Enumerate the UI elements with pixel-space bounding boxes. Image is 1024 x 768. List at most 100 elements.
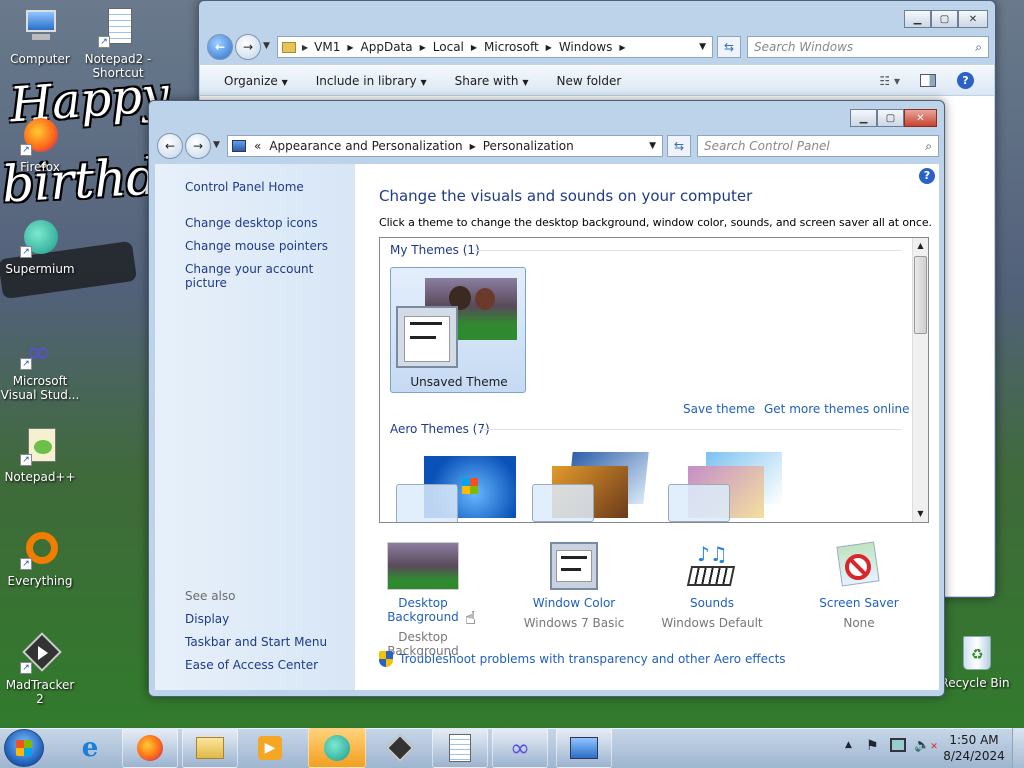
sounds-option[interactable]: ♪♫ Sounds Windows Default — [659, 542, 765, 630]
explorer-nav-back-button[interactable]: ← — [207, 34, 233, 60]
taskbar-internet-explorer[interactable]: e — [62, 728, 118, 768]
desktop-icon-recycle-bin[interactable]: ♻ Recycle Bin — [935, 632, 1015, 690]
desktop-icon-supermium[interactable]: ↗ Supermium — [0, 218, 80, 276]
view-options-icon[interactable]: ☷ ▾ — [879, 74, 900, 88]
share-with-menu[interactable]: Share with ▼ — [455, 74, 529, 88]
scroll-thumb[interactable] — [914, 256, 927, 334]
explorer-recent-dropdown[interactable]: ▼ — [263, 41, 270, 51]
breadcrumb-item[interactable]: Local — [433, 40, 464, 54]
maximize-button[interactable]: ▢ — [877, 109, 904, 127]
close-button[interactable]: ✕ — [958, 10, 988, 28]
hand-cursor-icon: ☝ — [465, 608, 476, 629]
help-icon[interactable]: ? — [957, 72, 974, 89]
option-label: Sounds — [689, 596, 735, 610]
cp-nav-forward-button[interactable]: → — [185, 133, 211, 159]
save-theme-link[interactable]: Save theme — [683, 402, 755, 416]
firefox-icon: ↗ — [20, 116, 60, 156]
theme-tile-unsaved[interactable]: Unsaved Theme — [390, 267, 526, 393]
screen-saver-option[interactable]: Screen Saver None — [801, 541, 917, 630]
scroll-up-arrow[interactable]: ▲ — [913, 238, 928, 254]
minimize-button[interactable]: ▁ — [850, 109, 877, 127]
aero-theme-architecture[interactable] — [530, 452, 654, 522]
breadcrumb-sep: ▶ — [302, 42, 309, 52]
windows-logo-icon — [16, 740, 32, 756]
search-icon: ⌕ — [975, 39, 982, 54]
desktop-background-option[interactable]: Desktop Background Desktop Background — [365, 542, 481, 658]
page-description: Click a theme to change the desktop back… — [379, 216, 932, 229]
breadcrumb-item[interactable]: AppData — [361, 40, 413, 54]
madtracker-icon — [385, 733, 415, 763]
change-account-picture-link[interactable]: Change your account picture — [185, 262, 355, 290]
refresh-button[interactable]: ⇆ — [667, 135, 691, 157]
desktop-icon-notepadpp[interactable]: ↗ Notepad++ — [0, 426, 80, 484]
cp-nav-back-button[interactable]: ← — [157, 133, 183, 159]
desktop-icon-firefox[interactable]: ↗ Firefox — [0, 116, 80, 174]
taskbar-supermium[interactable] — [308, 728, 366, 768]
breadcrumb-item[interactable]: Appearance and Personalization — [269, 139, 462, 153]
control-panel-home-link[interactable]: Control Panel Home — [185, 180, 304, 194]
action-center-flag-icon[interactable]: ⚑ — [866, 738, 879, 754]
start-button[interactable] — [4, 729, 44, 767]
taskbar-visual-studio[interactable]: ∞ — [492, 728, 548, 768]
control-panel-icon — [570, 737, 598, 759]
taskbar-media-player[interactable]: ▶ — [242, 728, 298, 768]
notepad-icon: ↗ — [98, 8, 138, 48]
desktop-icon-everything[interactable]: ↗ Everything — [0, 530, 80, 588]
scroll-down-arrow[interactable]: ▼ — [913, 506, 928, 522]
window-color-option[interactable]: Window Color Windows 7 Basic — [521, 542, 627, 630]
breadcrumb-prefix[interactable]: « — [254, 139, 261, 153]
address-dropdown-icon[interactable]: ▼ — [699, 42, 706, 52]
breadcrumb-item[interactable]: Personalization — [483, 139, 574, 153]
visual-studio-icon: ∞ ↗ — [20, 330, 60, 370]
aero-theme-characters[interactable] — [666, 452, 790, 522]
breadcrumb-item[interactable]: VM1 — [314, 40, 340, 54]
preview-pane-icon[interactable] — [920, 74, 936, 87]
change-desktop-icons-link[interactable]: Change desktop icons — [185, 216, 318, 230]
explorer-nav-forward-button[interactable]: → — [235, 34, 261, 60]
show-desktop-button[interactable] — [1012, 728, 1024, 768]
explorer-search-box[interactable]: Search Windows ⌕ — [747, 36, 989, 58]
explorer-address-bar[interactable]: ▶ VM1 ▶ AppData ▶ Local ▶ Microsoft ▶ Window… — [277, 36, 713, 58]
organize-menu[interactable]: Organize ▼ — [224, 74, 288, 88]
close-button[interactable]: ✕ — [904, 109, 937, 127]
minimize-button[interactable]: ▁ — [904, 10, 931, 28]
desktop-icon-madtracker[interactable]: ↗ MadTracker 2 — [0, 632, 80, 706]
address-dropdown-icon[interactable]: ▼ — [649, 141, 656, 151]
desktop-icon-label: MadTracker 2 — [5, 678, 75, 706]
troubleshoot-link[interactable]: Troubleshoot problems with transparency … — [379, 651, 786, 667]
taskbar-firefox[interactable] — [122, 728, 178, 768]
new-folder-button[interactable]: New folder — [556, 74, 621, 88]
taskbar-file-explorer[interactable] — [182, 728, 238, 768]
tray-expand-icon[interactable]: ▲ — [845, 740, 852, 750]
cp-search-box[interactable]: Search Control Panel ⌕ — [697, 135, 939, 157]
help-icon[interactable]: ? — [919, 168, 935, 184]
cp-recent-dropdown[interactable]: ▼ — [213, 140, 220, 150]
breadcrumb-item[interactable]: Windows — [559, 40, 613, 54]
taskbar-madtracker[interactable] — [372, 728, 428, 768]
clock[interactable]: 1:50 AM 8/24/2024 — [940, 732, 1008, 764]
taskbar-start-menu-link[interactable]: Taskbar and Start Menu — [185, 635, 327, 649]
refresh-button[interactable]: ⇆ — [717, 36, 741, 58]
divider — [472, 250, 902, 251]
network-icon[interactable] — [890, 738, 906, 752]
breadcrumb-item[interactable]: Microsoft — [484, 40, 539, 54]
theme-list[interactable]: My Themes (1) Unsaved Theme Save theme G… — [379, 237, 929, 523]
include-in-library-menu[interactable]: Include in library ▼ — [316, 74, 427, 88]
taskbar-control-panel[interactable] — [556, 728, 612, 768]
volume-muted-icon[interactable]: 🔈✕ — [914, 738, 938, 753]
display-link[interactable]: Display — [185, 612, 229, 626]
my-themes-header: My Themes (1) — [390, 243, 480, 257]
taskbar-notepad[interactable] — [432, 728, 488, 768]
aero-theme-windows7[interactable] — [394, 456, 518, 522]
desktop-icon-visual-studio[interactable]: ∞ ↗ Microsoft Visual Stud... — [0, 330, 80, 403]
maximize-button[interactable]: ▢ — [931, 10, 958, 28]
theme-list-scrollbar[interactable]: ▲ ▼ — [912, 238, 928, 522]
ease-of-access-link[interactable]: Ease of Access Center — [185, 658, 318, 672]
change-mouse-pointers-link[interactable]: Change mouse pointers — [185, 239, 328, 253]
desktop-icon-notepad2[interactable]: ↗ Notepad2 - Shortcut — [78, 8, 158, 80]
cp-address-bar[interactable]: « Appearance and Personalization ▶ Person… — [227, 135, 663, 157]
desktop-icon-computer[interactable]: Computer — [0, 8, 80, 66]
madtracker-icon: ↗ — [20, 632, 62, 674]
control-panel-window[interactable]: ▁ ▢ ✕ ← → ▼ « Appearance and Personaliza… — [148, 100, 945, 697]
get-more-themes-link[interactable]: Get more themes online — [764, 402, 910, 416]
